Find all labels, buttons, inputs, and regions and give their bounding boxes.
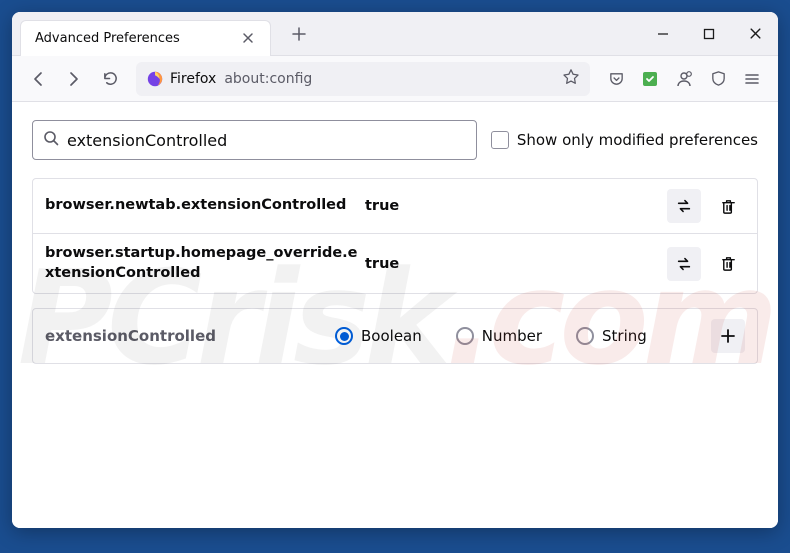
window-controls [640, 12, 778, 56]
page-content: PCrisk.com Show only modified preference… [12, 102, 778, 528]
add-preference-row: extensionControlled Boolean Number Strin… [32, 308, 758, 364]
brand-label: Firefox [170, 71, 216, 87]
toggle-button[interactable] [667, 247, 701, 281]
preference-value: true [365, 198, 667, 214]
radio-icon [576, 327, 594, 345]
search-row: Show only modified preferences [32, 120, 758, 160]
preference-name: browser.startup.homepage_override.extens… [45, 244, 365, 283]
url-bar[interactable]: Firefox about:config [136, 62, 590, 96]
minimize-button[interactable] [640, 12, 686, 56]
back-button[interactable] [22, 63, 54, 95]
delete-button[interactable] [711, 247, 745, 281]
account-icon[interactable] [668, 63, 700, 95]
firefox-logo-icon [146, 70, 164, 88]
search-box[interactable] [32, 120, 477, 160]
new-tab-button[interactable] [285, 20, 313, 48]
identity-box[interactable]: Firefox [146, 70, 216, 88]
preference-actions [667, 247, 745, 281]
close-tab-icon[interactable] [240, 30, 256, 46]
nav-toolbar: Firefox about:config [12, 56, 778, 102]
titlebar: Advanced Preferences [12, 12, 778, 56]
preference-value: true [365, 256, 667, 272]
toolbar-right [600, 63, 768, 95]
radio-boolean[interactable]: Boolean [335, 327, 422, 345]
toggle-button[interactable] [667, 189, 701, 223]
forward-button[interactable] [58, 63, 90, 95]
preference-name: browser.newtab.extensionControlled [45, 196, 365, 216]
type-radio-group: Boolean Number String [335, 327, 711, 345]
radio-icon [335, 327, 353, 345]
preference-row: browser.startup.homepage_override.extens… [33, 234, 757, 293]
reload-button[interactable] [94, 63, 126, 95]
preference-table: browser.newtab.extensionControlled true … [32, 178, 758, 294]
delete-button[interactable] [711, 189, 745, 223]
add-button[interactable] [711, 319, 745, 353]
tab-advanced-preferences[interactable]: Advanced Preferences [20, 20, 271, 56]
search-icon [43, 130, 59, 150]
add-preference-name: extensionControlled [45, 327, 335, 345]
radio-label: Boolean [361, 327, 422, 345]
preference-row: browser.newtab.extensionControlled true [33, 179, 757, 234]
radio-number[interactable]: Number [456, 327, 542, 345]
checkbox-label: Show only modified preferences [517, 131, 758, 149]
radio-icon [456, 327, 474, 345]
bookmark-star-icon[interactable] [562, 68, 580, 90]
search-input[interactable] [67, 131, 466, 150]
preference-actions [667, 189, 745, 223]
extension-icon[interactable] [634, 63, 666, 95]
protections-icon[interactable] [702, 63, 734, 95]
url-text: about:config [224, 71, 312, 87]
maximize-button[interactable] [686, 12, 732, 56]
tab-title: Advanced Preferences [35, 31, 180, 46]
checkbox-icon [491, 131, 509, 149]
app-menu-button[interactable] [736, 63, 768, 95]
radio-label: String [602, 327, 647, 345]
radio-label: Number [482, 327, 542, 345]
browser-window: Advanced Preferences Firefox about:confi… [12, 12, 778, 528]
close-window-button[interactable] [732, 12, 778, 56]
pocket-icon[interactable] [600, 63, 632, 95]
show-modified-checkbox[interactable]: Show only modified preferences [491, 131, 758, 149]
radio-string[interactable]: String [576, 327, 647, 345]
